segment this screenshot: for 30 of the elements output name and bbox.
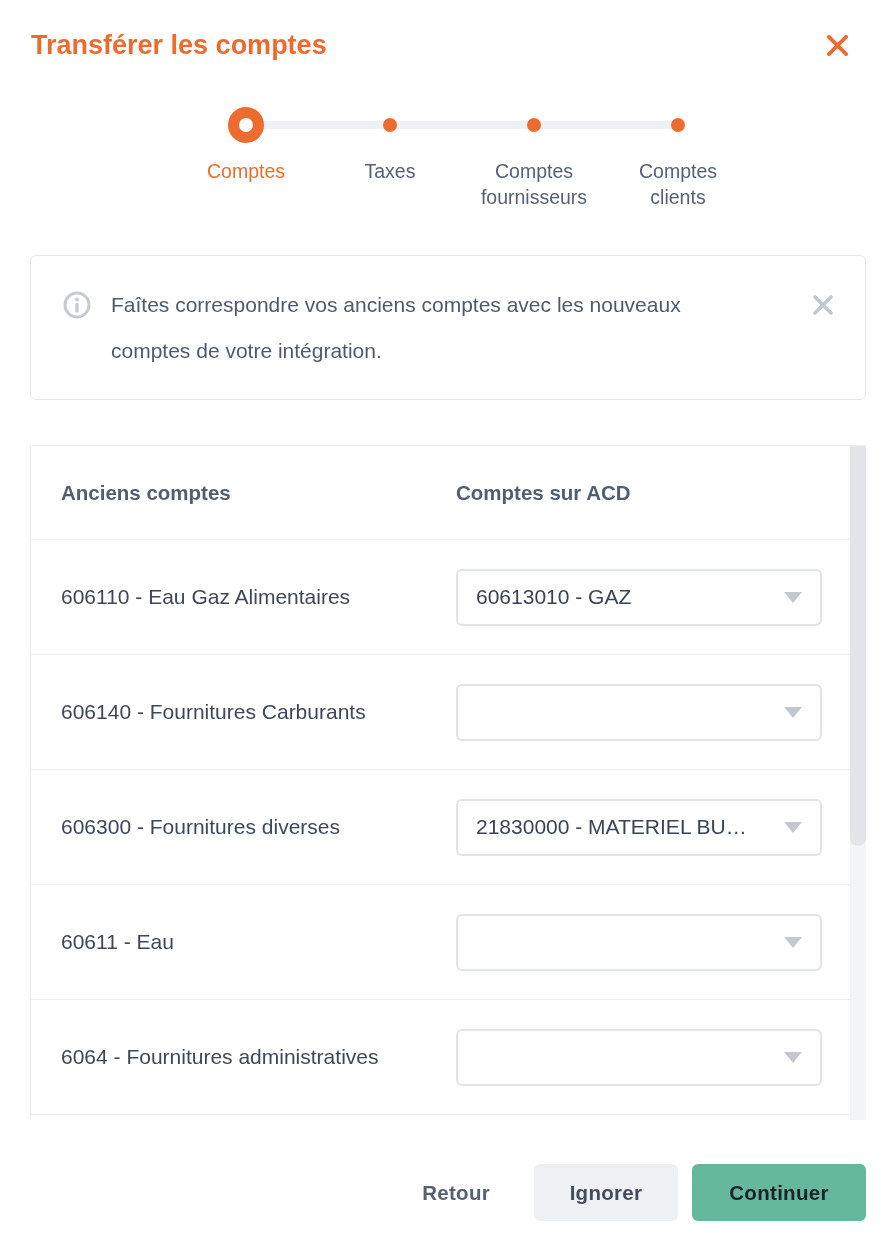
step-label: Comptes	[207, 159, 285, 184]
info-icon	[63, 291, 91, 319]
account-select[interactable]	[456, 913, 822, 971]
old-account-name: 606110 - Eau Gaz Alimentaires	[61, 585, 351, 608]
dialog-title: Transférer les comptes	[31, 29, 327, 62]
column-header: Anciens comptes	[60, 480, 232, 505]
step-label: Comptes clients	[638, 159, 718, 210]
close-icon[interactable]	[813, 295, 833, 315]
old-account-name: 60611 - Eau	[61, 930, 174, 953]
step-label: Taxes	[364, 159, 416, 184]
old-account-name: 606300 - Fournitures diverses	[61, 815, 340, 838]
caret-icon	[784, 1051, 802, 1063]
close-icon[interactable]	[827, 34, 848, 56]
account-select[interactable]	[456, 683, 822, 741]
account-select[interactable]: 21830000 - MATERIEL BU…	[456, 798, 822, 856]
caret-icon	[784, 936, 802, 948]
old-account-name: 606140 - Fournitures Carburants	[61, 700, 366, 723]
action-button[interactable]: Retour	[400, 1164, 512, 1221]
continue-button[interactable]: Continuer	[692, 1164, 866, 1221]
old-account-name: 6064 - Fournitures administratives	[61, 1045, 379, 1068]
info-message: Faîtes correspondre vos anciens comptes avec les nouveaux comptes de votre intégration.	[111, 292, 682, 364]
scrollbar-thumb[interactable]	[850, 446, 866, 846]
account-select[interactable]	[456, 1028, 822, 1086]
caret-icon	[784, 706, 802, 718]
action-button[interactable]: Ignorer	[534, 1164, 678, 1221]
account-select[interactable]: 60613010 - GAZ	[456, 568, 822, 626]
column-header: Comptes sur ACD	[456, 480, 632, 505]
caret-icon	[784, 821, 802, 833]
step-label: Comptes fournisseurs	[479, 159, 589, 210]
caret-icon	[784, 591, 802, 603]
